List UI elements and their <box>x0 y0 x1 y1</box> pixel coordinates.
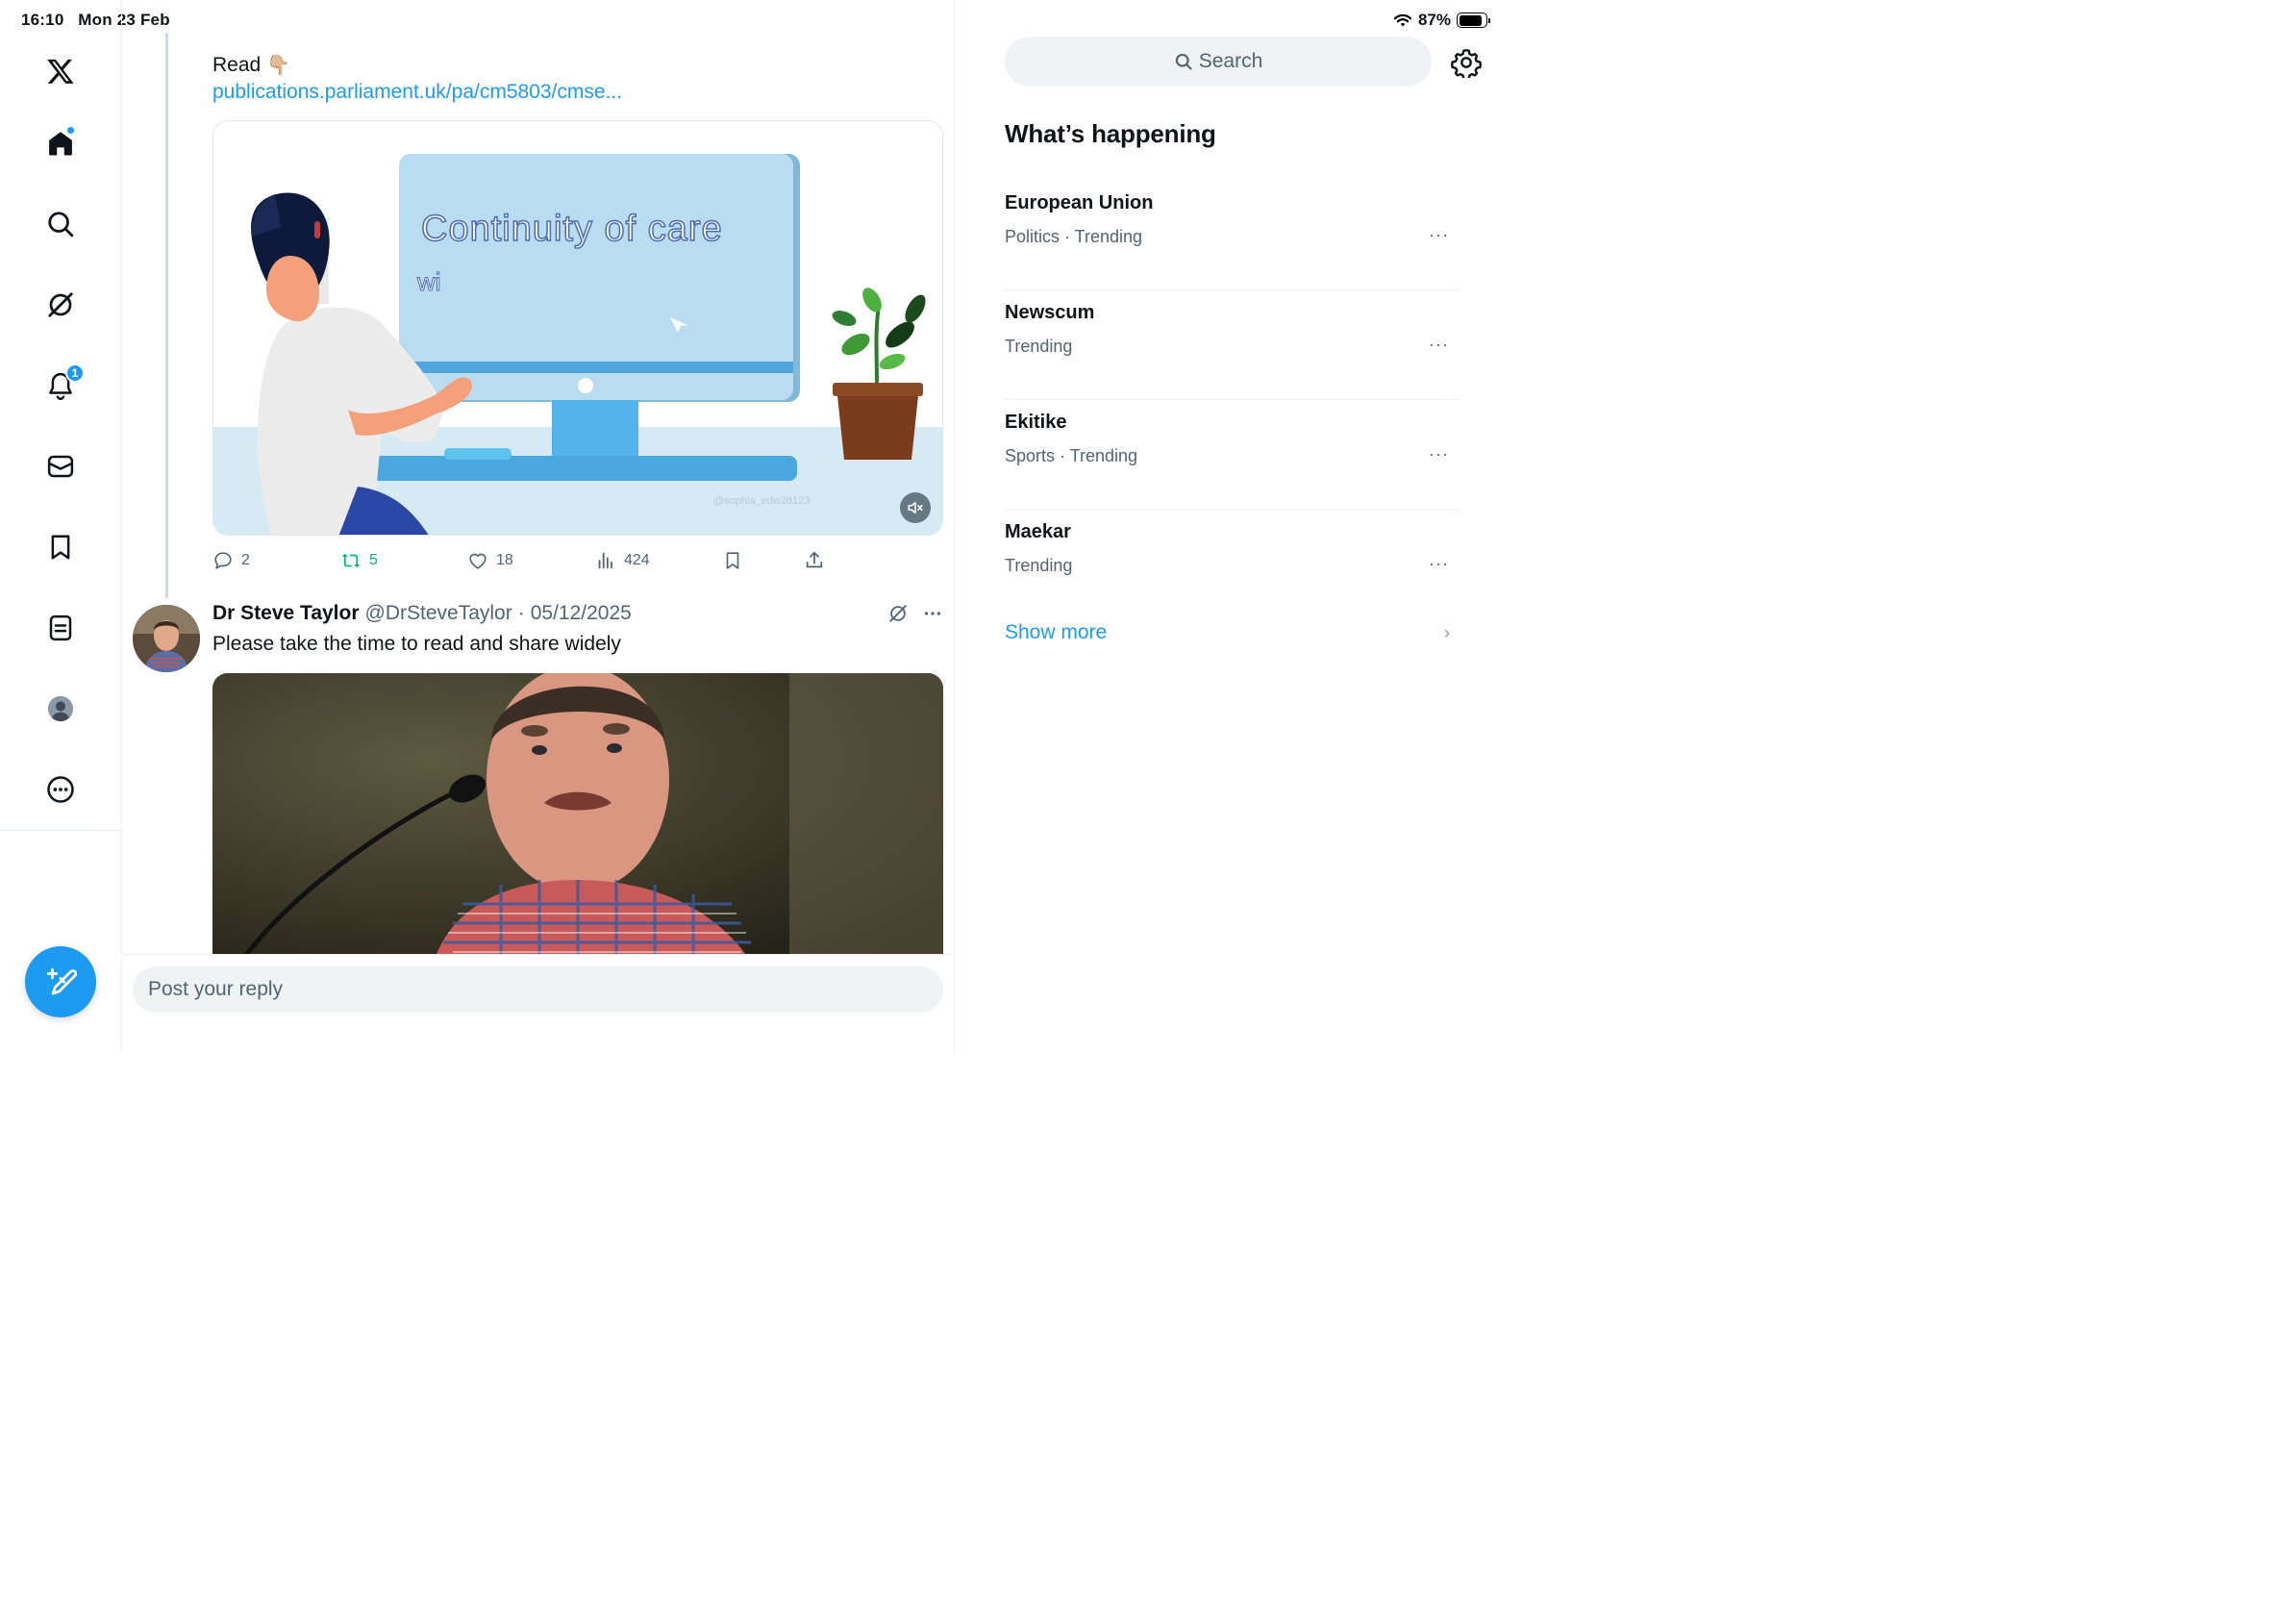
home-icon[interactable] <box>37 119 85 167</box>
search-input[interactable]: Search <box>1005 37 1432 87</box>
repost-button[interactable]: 5 <box>340 546 378 575</box>
messages-icon[interactable] <box>37 442 85 490</box>
more-icon[interactable] <box>37 765 85 814</box>
post1-text: Read 👇🏼 <box>212 54 290 76</box>
thread-connector-line <box>165 33 168 598</box>
whats-happening-title: What’s happening <box>1005 119 1216 148</box>
reply-composer: Post your reply <box>122 954 954 1053</box>
post-date[interactable]: 05/12/2025 <box>531 602 632 625</box>
gear-icon[interactable] <box>1451 47 1482 78</box>
reply-button[interactable]: 2 <box>212 546 250 575</box>
speaker-muted-icon <box>908 502 923 514</box>
author-name[interactable]: Dr Steve Taylor <box>212 602 360 625</box>
pointing-down-emoji: 👇🏼 <box>266 55 290 76</box>
nav-divider <box>0 830 121 831</box>
profile-icon[interactable] <box>37 685 85 733</box>
trend-item[interactable]: European Union Politics · Trending ··· <box>1005 181 1459 290</box>
views-button[interactable]: 424 <box>595 546 650 575</box>
trend-name: Ekitike <box>1005 412 1067 433</box>
grok-icon[interactable] <box>37 281 85 329</box>
trend-name: Newscum <box>1005 302 1095 323</box>
post2-header: Dr Steve Taylor @DrSteveTaylor · 05/12/2… <box>212 602 632 625</box>
right-sidebar: Search What’s happening European Union P… <box>956 0 1501 1053</box>
bookmark-button[interactable] <box>722 546 743 575</box>
video-subtitle-text: wi <box>416 267 441 296</box>
post2-photo[interactable] <box>212 673 943 962</box>
trend-more-icon[interactable]: ··· <box>1429 225 1449 245</box>
separator-dot: · <box>517 602 525 624</box>
compose-icon <box>46 967 77 995</box>
home-unread-dot <box>66 126 75 135</box>
video-watermark: @sophia_edw28123 <box>713 495 810 507</box>
trend-item[interactable]: Newscum Trending ··· <box>1005 290 1459 400</box>
chevron-right-icon[interactable]: › <box>1444 623 1450 643</box>
trend-meta: Politics · Trending <box>1005 227 1143 246</box>
notification-badge: 1 <box>65 363 85 383</box>
trend-name: European Union <box>1005 192 1154 213</box>
reply-input[interactable]: Post your reply <box>133 966 943 1013</box>
lists-icon[interactable] <box>37 604 85 652</box>
share-button[interactable] <box>804 546 825 575</box>
views-chart-icon <box>598 552 612 569</box>
search-icon <box>1175 53 1192 70</box>
reply-count: 2 <box>241 552 250 568</box>
trend-more-icon[interactable]: ··· <box>1429 335 1449 355</box>
like-count: 18 <box>496 552 513 568</box>
repost-count: 5 <box>369 552 378 568</box>
trend-name: Maekar <box>1005 521 1071 542</box>
left-navigation: 1 <box>0 0 122 1053</box>
show-more-link[interactable]: Show more <box>1005 621 1107 644</box>
reply-icon <box>214 552 232 569</box>
trend-item[interactable]: Maekar Trending ··· <box>1005 510 1459 619</box>
trend-item[interactable]: Ekitike Sports · Trending ··· <box>1005 400 1459 510</box>
notifications-icon[interactable]: 1 <box>37 362 85 410</box>
video-title-text: Continuity of care <box>421 209 723 249</box>
post1-link[interactable]: publications.parliament.uk/pa/cm5803/cms… <box>212 81 622 104</box>
repost-icon <box>341 553 361 568</box>
post2-header-icons <box>887 603 943 624</box>
bookmarks-icon[interactable] <box>37 523 85 571</box>
compose-button[interactable] <box>25 946 96 1017</box>
post2-text: Please take the time to read and share w… <box>212 633 621 655</box>
more-options-icon[interactable] <box>922 603 943 624</box>
post1-action-bar: 2 5 18 424 <box>212 546 886 575</box>
search-placeholder: Search <box>1198 50 1263 72</box>
heart-icon <box>469 553 487 569</box>
like-button[interactable]: 18 <box>467 546 513 575</box>
share-icon <box>806 551 823 568</box>
author-handle[interactable]: @DrSteveTaylor <box>365 602 512 625</box>
mute-button[interactable] <box>900 492 931 523</box>
trend-meta: Trending <box>1005 337 1073 356</box>
continuity-of-care-illustration: Continuity of care wi @sophia_edw28123 <box>213 121 942 535</box>
views-count: 424 <box>624 552 650 568</box>
speaker-photo <box>212 673 943 962</box>
search-icon[interactable] <box>37 200 85 248</box>
trend-meta: Sports · Trending <box>1005 446 1138 465</box>
thread-column: Read 👇🏼 publications.parliament.uk/pa/cm… <box>122 0 955 1053</box>
trend-meta: Trending <box>1005 556 1073 575</box>
post1-video[interactable]: Continuity of care wi @sophia_edw28123 <box>212 120 943 536</box>
trend-more-icon[interactable]: ··· <box>1429 554 1449 574</box>
grok-icon[interactable] <box>887 603 909 624</box>
x-logo-icon[interactable] <box>37 47 85 95</box>
avatar[interactable] <box>133 605 200 672</box>
bookmark-icon <box>726 552 739 569</box>
trend-more-icon[interactable]: ··· <box>1429 444 1449 464</box>
